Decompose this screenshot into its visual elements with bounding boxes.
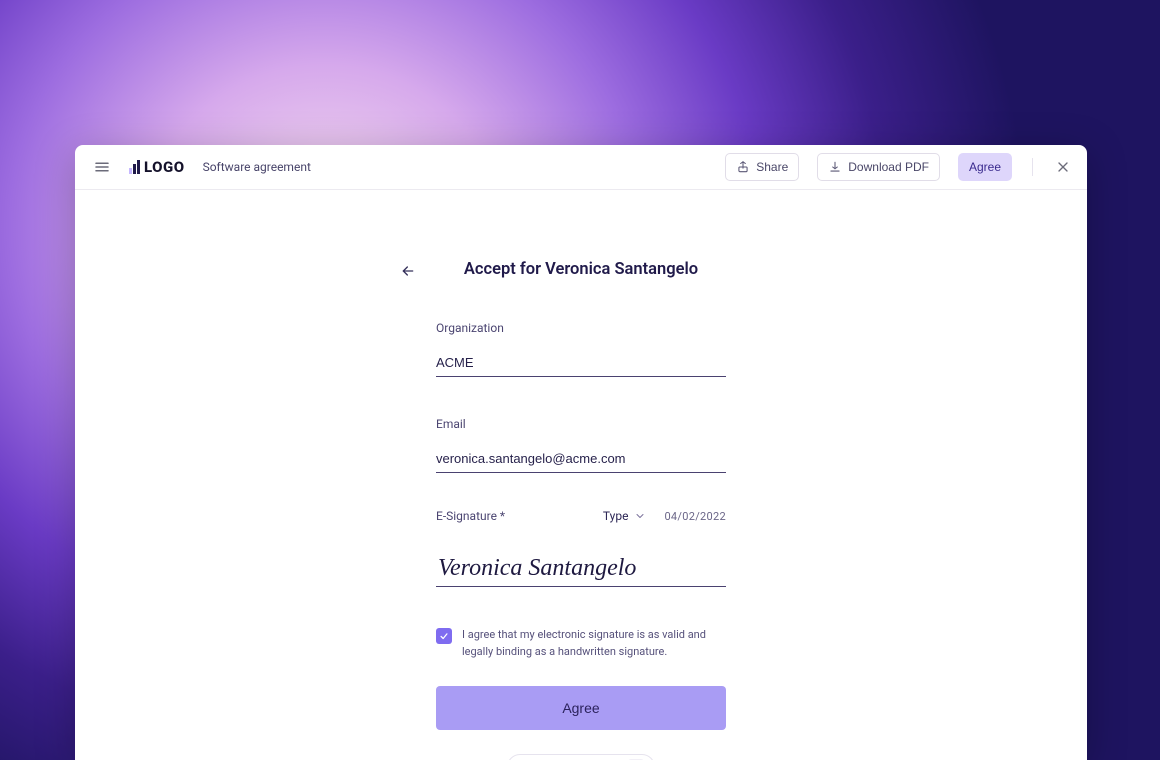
submit-agree-button[interactable]: Agree	[436, 686, 726, 730]
signature-label: E-Signature *	[436, 509, 505, 523]
download-pdf-label: Download PDF	[848, 160, 929, 174]
download-pdf-button[interactable]: Download PDF	[817, 153, 940, 181]
consent-checkbox[interactable]	[436, 628, 452, 644]
topbar: LOGO Software agreement Share Download P…	[75, 145, 1087, 190]
secured-badge: Secured by Qwilr	[507, 754, 655, 760]
submit-agree-label: Agree	[562, 700, 599, 716]
chevron-down-icon	[634, 510, 646, 522]
consent-text: I agree that my electronic signature is …	[462, 627, 726, 660]
signature-mode-label: Type	[603, 509, 629, 523]
document-panel: LOGO Software agreement Share Download P…	[75, 145, 1087, 760]
close-button[interactable]	[1053, 157, 1073, 177]
document-title: Software agreement	[203, 160, 311, 174]
download-icon	[828, 160, 842, 174]
email-label: Email	[436, 417, 726, 431]
logo-mark-icon	[129, 160, 140, 174]
organization-label: Organization	[436, 321, 726, 335]
email-input[interactable]	[436, 447, 726, 473]
signature-input[interactable]	[436, 555, 726, 587]
accept-form: Accept for Veronica Santangelo Organizat…	[436, 260, 726, 760]
signature-field: E-Signature * Type 04/02/2022	[436, 509, 726, 587]
signature-mode-dropdown[interactable]: Type	[603, 509, 647, 523]
email-field: Email	[436, 417, 726, 473]
menu-button[interactable]	[89, 154, 115, 180]
signature-date: 04/02/2022	[664, 510, 726, 523]
back-button[interactable]	[400, 263, 416, 283]
logo-text: LOGO	[144, 158, 185, 176]
share-button[interactable]: Share	[725, 153, 799, 181]
topbar-agree-label: Agree	[969, 160, 1001, 174]
organization-field: Organization	[436, 321, 726, 377]
consent-row: I agree that my electronic signature is …	[436, 627, 726, 660]
organization-input[interactable]	[436, 351, 726, 377]
arrow-left-icon	[400, 263, 416, 279]
brand-logo: LOGO	[129, 158, 185, 176]
check-icon	[439, 631, 449, 641]
topbar-divider	[1032, 158, 1033, 176]
share-icon	[736, 160, 750, 174]
form-title: Accept for Veronica Santangelo	[436, 260, 726, 279]
content-area: Accept for Veronica Santangelo Organizat…	[75, 190, 1087, 760]
share-button-label: Share	[756, 160, 788, 174]
close-icon	[1055, 159, 1071, 175]
topbar-agree-button[interactable]: Agree	[958, 153, 1012, 181]
